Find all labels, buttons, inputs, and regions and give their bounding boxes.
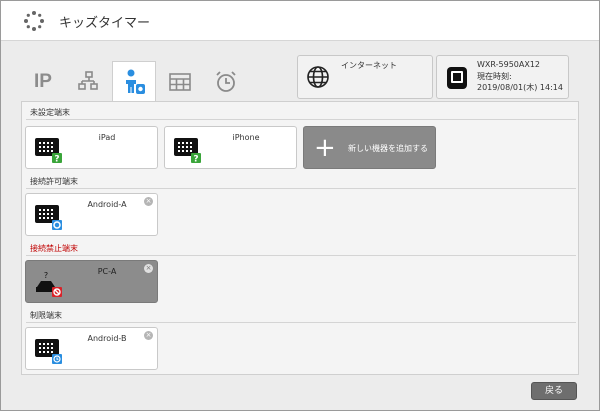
child-device-icon (126, 69, 145, 94)
internet-status-box: インターネット (297, 55, 433, 99)
back-button[interactable]: 戻る (531, 382, 577, 400)
section-label-limited: 制限端末 (30, 311, 62, 320)
router-model: WXR-5950AX12 (477, 60, 541, 69)
device-card-pc-a[interactable]: ? PC-A × (25, 260, 158, 303)
tablet-icon (35, 339, 62, 364)
tab-ip[interactable]: IP (21, 63, 65, 101)
close-icon[interactable]: × (144, 264, 153, 273)
router-status-box: WXR-5950AX12 現在時刻: 2019/08/01(木) 14:14 (436, 55, 569, 99)
section-label-unconfigured: 未設定端末 (30, 108, 70, 117)
close-icon[interactable]: × (144, 197, 153, 206)
device-card-iphone[interactable]: ? iPhone (164, 126, 297, 169)
title-bar: キッズタイマー (1, 1, 599, 41)
divider (26, 119, 576, 120)
divider (26, 322, 576, 323)
network-devices-icon (78, 71, 98, 90)
time-label: 現在時刻: (477, 72, 512, 81)
internet-label: インターネット (341, 61, 397, 70)
calendar-grid-icon (169, 73, 191, 91)
device-panel: 未設定端末 ? iPad ? iPhone + 新しい機器を追加する 接続許可端… (21, 101, 579, 375)
add-device-label: 新しい機器を追加する (348, 144, 428, 153)
tab-schedule[interactable] (158, 63, 202, 101)
tab-kids-devices[interactable] (112, 61, 156, 102)
device-card-android-b[interactable]: Android-B × (25, 327, 158, 370)
svg-text:?: ? (44, 271, 48, 280)
device-name: Android-A (87, 200, 127, 209)
device-name: PC-A (97, 267, 117, 276)
device-name: Android-B (87, 334, 127, 343)
divider (26, 188, 576, 189)
plus-icon: + (314, 133, 336, 163)
app-title: キッズタイマー (59, 16, 151, 31)
section-label-allowed: 接続許可端末 (30, 177, 78, 186)
svg-text:?: ? (193, 155, 198, 165)
time-value: 2019/08/01(木) 14:14 (477, 83, 563, 92)
tab-network[interactable] (67, 63, 111, 101)
globe-icon (307, 66, 329, 88)
svg-text:?: ? (54, 155, 59, 165)
kids-timer-logo-icon (24, 11, 44, 31)
unknown-pc-icon: ? (36, 271, 62, 297)
divider (26, 255, 576, 256)
device-name: iPad (98, 133, 116, 142)
device-card-android-a[interactable]: Android-A × (25, 193, 158, 236)
section-label-blocked: 接続禁止端末 (30, 244, 78, 253)
tablet-icon: ? (174, 138, 201, 165)
tablet-icon: ? (35, 138, 62, 165)
add-device-button[interactable]: + 新しい機器を追加する (303, 126, 436, 169)
app-frame: キッズタイマー IP インターネット WXR-5950AX12 現在時刻: 20… (0, 0, 600, 411)
device-card-ipad[interactable]: ? iPad (25, 126, 158, 169)
device-name: iPhone (232, 133, 260, 142)
tab-ip-label: IP (34, 71, 52, 92)
alarm-clock-icon (216, 71, 236, 92)
router-icon (447, 67, 467, 89)
tab-timer[interactable] (204, 63, 248, 101)
close-icon[interactable]: × (144, 331, 153, 340)
tablet-icon (35, 205, 62, 230)
